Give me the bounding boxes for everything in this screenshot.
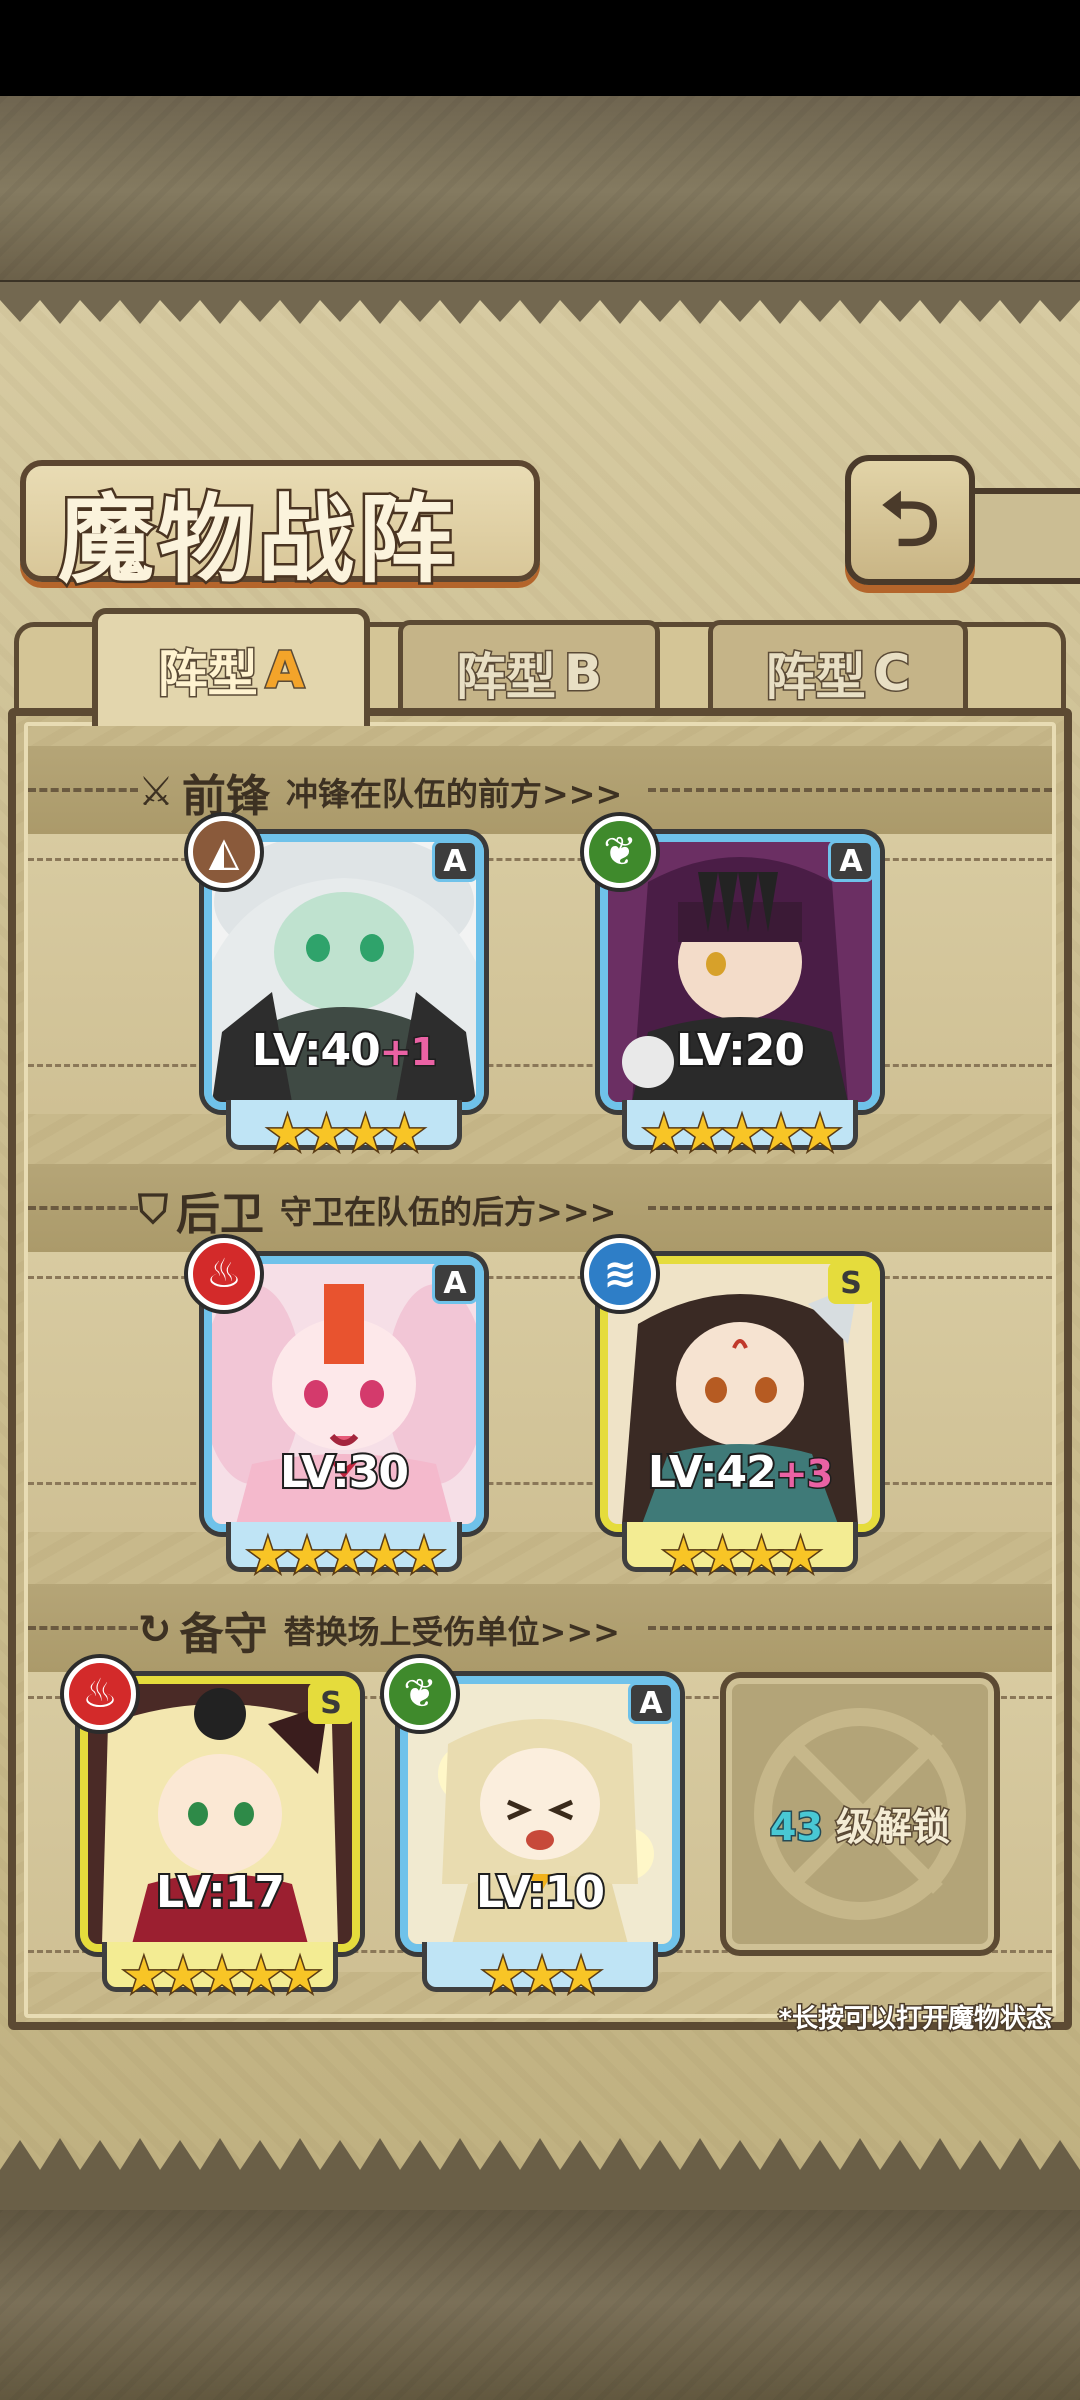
- rank-badge: S: [828, 1262, 874, 1304]
- tab-letter: B: [562, 642, 603, 703]
- section-name: 备守: [179, 1609, 268, 1660]
- leaf-icon: ❦: [584, 816, 656, 888]
- level-value: LV:17: [154, 1865, 287, 1920]
- monster-card-reserve-1[interactable]: ♨ S LV:17 ★★★★★: [64, 1658, 360, 2002]
- tab-letter: C: [872, 642, 912, 703]
- back-button[interactable]: ⮌: [845, 455, 975, 585]
- monster-card-rear-1[interactable]: ♨ A LV:30 ★★★★★: [188, 1238, 484, 1582]
- unlock-label: 43 级解锁: [726, 1796, 994, 1851]
- tab-formation-a[interactable]: 阵型 A: [92, 608, 370, 726]
- tab-formation-c[interactable]: 阵型 C: [708, 620, 968, 720]
- back-rail: [960, 488, 1080, 584]
- status-bar: [0, 0, 1080, 96]
- tab-formation-b[interactable]: 阵型 B: [398, 620, 660, 720]
- level-label: LV:20: [600, 1023, 880, 1078]
- back-arrow-icon: ⮌: [880, 477, 940, 563]
- level-bonus: +3: [774, 1451, 834, 1498]
- map-background-top: [0, 96, 1080, 286]
- rear-row: [28, 1252, 1052, 1532]
- level-label: LV:40+1: [204, 1023, 484, 1078]
- section-subtitle: 冲锋在队伍的前方>>>: [285, 775, 623, 813]
- level-value: LV:20: [674, 1023, 807, 1078]
- fire-icon: ♨: [188, 1238, 260, 1310]
- section-front-header: ⚔ 前锋 冲锋在队伍的前方>>>: [28, 746, 1052, 834]
- star-rating: ★★★★★: [641, 1106, 843, 1162]
- rank-badge: A: [432, 840, 478, 882]
- section-name: 后卫: [176, 1189, 264, 1240]
- star-rating: ★★★★★: [121, 1948, 323, 2004]
- monster-card-front-2[interactable]: ❦ A LV:20 ★★★★★: [584, 816, 880, 1160]
- monster-card-reserve-2[interactable]: ❦ A LV:10 ★★★: [384, 1658, 680, 2002]
- tab-label: 阵型: [764, 646, 867, 707]
- water-icon: ≋: [584, 1238, 656, 1310]
- swap-icon: ↻: [138, 1607, 172, 1653]
- map-background-bottom: [0, 2205, 1080, 2400]
- unlock-level: 43: [768, 1804, 824, 1851]
- tab-label: 阵型: [454, 646, 557, 707]
- tab-letter: A: [264, 640, 306, 701]
- section-name: 前锋: [181, 771, 270, 822]
- star-rating: ★★★★★: [245, 1528, 447, 1584]
- torn-edge-top: [0, 282, 1080, 324]
- star-rating: ★★★★: [660, 1528, 823, 1584]
- section-title: ⛉ 后卫 守卫在队伍的后方>>>: [138, 1178, 616, 1242]
- fire-icon: ♨: [64, 1658, 136, 1730]
- level-label: LV:10: [400, 1865, 680, 1920]
- level-bonus: +1: [378, 1029, 438, 1076]
- sword-icon: ⚔: [138, 769, 174, 815]
- section-subtitle: 守卫在队伍的后方>>>: [280, 1193, 617, 1231]
- leaf-icon: ❦: [384, 1658, 456, 1730]
- section-rear-header: ⛉ 后卫 守卫在队伍的后方>>>: [28, 1164, 1052, 1252]
- level-label: LV:17: [80, 1865, 360, 1920]
- monster-card-rear-2[interactable]: ≋ S LV:42+3 ★★★★: [584, 1238, 880, 1582]
- page-title: 魔物战阵: [56, 481, 458, 599]
- rank-badge: A: [828, 840, 874, 882]
- section-title: ↻ 备守 替换场上受伤单位>>>: [138, 1598, 620, 1662]
- star-rating: ★★★: [480, 1948, 604, 2004]
- unlock-text: 级解锁: [835, 1804, 952, 1851]
- front-row: [28, 834, 1052, 1114]
- level-label: LV:30: [204, 1445, 484, 1500]
- section-reserve-header: ↻ 备守 替换场上受伤单位>>>: [28, 1584, 1052, 1672]
- rank-badge: S: [308, 1682, 354, 1724]
- section-subtitle: 替换场上受伤单位>>>: [283, 1613, 620, 1651]
- level-value: LV:40: [250, 1023, 383, 1078]
- rank-badge: A: [628, 1682, 674, 1724]
- level-label: LV:42+3: [600, 1445, 880, 1500]
- torn-edge-bottom: [0, 2138, 1080, 2210]
- long-press-hint: *长按可以打开魔物状态: [777, 2003, 1054, 2036]
- star-rating: ★★★★: [264, 1106, 427, 1162]
- rank-badge: A: [432, 1262, 478, 1304]
- section-title: ⚔ 前锋 冲锋在队伍的前方>>>: [138, 760, 622, 824]
- level-value: LV:10: [474, 1865, 607, 1920]
- tab-label: 阵型: [156, 644, 259, 705]
- shield-icon: ⛉: [138, 1187, 168, 1233]
- level-value: LV:42: [646, 1445, 779, 1500]
- monster-card-front-1[interactable]: ◭ A LV:40+1 ★★★★: [188, 816, 484, 1160]
- screen: { "title": "魔物战阵", "back_icon": "back-ar…: [0, 0, 1080, 2400]
- earth-icon: ◭: [188, 816, 260, 888]
- level-value: LV:30: [278, 1445, 411, 1500]
- locked-slot[interactable]: 43 级解锁: [720, 1672, 1000, 1956]
